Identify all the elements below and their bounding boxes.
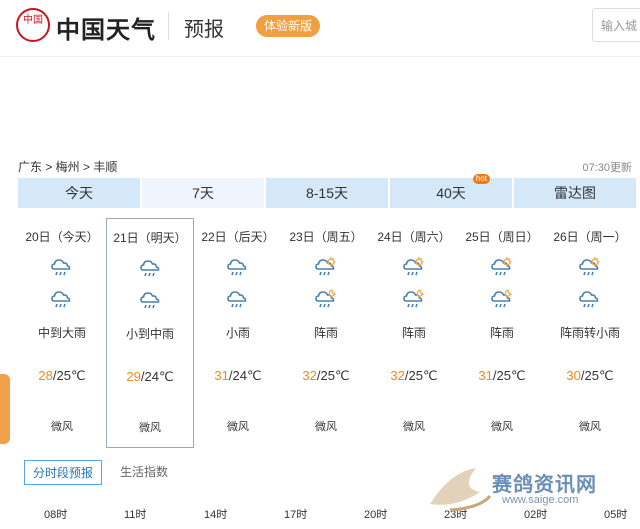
sub-tab-0[interactable]: 分时段预报	[24, 460, 103, 485]
day-date: 21日（明天）	[113, 231, 187, 245]
rain-icon	[225, 288, 249, 308]
moon-rain-icon	[489, 288, 513, 308]
hour-label: 14时	[204, 509, 228, 521]
day-column[interactable]: 25日（周日） 阵雨 31/25℃ 微风	[458, 218, 546, 448]
sub-tabs: 分时段预报 生活指数	[24, 460, 176, 485]
breadcrumb[interactable]: 广东 > 梅州 > 丰顺	[18, 158, 117, 175]
logo-seal-icon[interactable]: 中国	[16, 8, 50, 42]
section-title: 预报	[184, 19, 224, 41]
weather-desc: 小到中雨	[125, 327, 174, 341]
wind: 微风	[227, 421, 249, 433]
sun-rain-icon	[489, 256, 513, 276]
sun-rain-icon	[577, 256, 601, 276]
weather-desc: 阵雨	[489, 326, 514, 340]
trial-new-version-button[interactable]: 体验新版	[256, 15, 321, 37]
tab-3[interactable]: 40天 hot	[390, 174, 512, 208]
day-date: 26日（周一）	[553, 230, 627, 244]
hot-badge: hot	[472, 174, 490, 184]
temperature: 28/25℃	[18, 368, 106, 384]
day-column[interactable]: 22日（后天） 小雨 31/24℃ 微风	[194, 218, 282, 448]
sun-rain-icon	[401, 256, 425, 276]
day-date: 23日（周五）	[289, 230, 363, 244]
sub-tab-1[interactable]: 生活指数	[112, 460, 176, 485]
rain-icon	[49, 256, 73, 276]
tab-label: 雷达图	[554, 185, 596, 201]
temp-low: /25℃	[580, 368, 614, 383]
day-date: 25日（周日）	[465, 230, 539, 244]
wind: 微风	[579, 421, 601, 433]
temp-high: 31	[214, 368, 229, 383]
tab-label: 40天	[436, 185, 466, 201]
weather-desc: 阵雨	[313, 326, 338, 340]
tab-label: 今天	[65, 185, 93, 201]
daily-forecast: 20日（今天） 中到大雨 28/25℃ 微风 21日（明天） 小到中雨 29/24℃ 微风 22…	[18, 218, 638, 448]
rain-icon	[577, 288, 601, 308]
moon-rain-icon	[401, 288, 425, 308]
rain-icon	[225, 256, 249, 276]
wind: 微风	[491, 421, 513, 433]
weather-desc: 中到大雨	[37, 326, 86, 340]
temp-low: /25℃	[52, 368, 86, 383]
wind: 微风	[315, 421, 337, 433]
temperature: 29/24℃	[107, 369, 193, 385]
tab-0[interactable]: 今天	[18, 178, 140, 208]
temp-high: 32	[302, 368, 317, 383]
rain-icon	[49, 288, 73, 308]
moon-rain-icon	[313, 288, 337, 308]
watermark-name: 赛鸽资讯网	[492, 474, 597, 496]
day-date: 24日（周六）	[377, 230, 451, 244]
temp-low: /25℃	[492, 368, 526, 383]
day-column[interactable]: 21日（明天） 小到中雨 29/24℃ 微风	[106, 218, 194, 448]
temp-low: /24℃	[140, 369, 174, 384]
temp-high: 30	[566, 368, 581, 383]
tab-4[interactable]: 雷达图	[514, 178, 636, 208]
day-date: 20日（今天）	[25, 230, 99, 244]
rain-icon	[138, 257, 162, 277]
watermark-url: www.saige.com	[502, 494, 579, 506]
day-column[interactable]: 23日（周五） 阵雨 32/25℃ 微风	[282, 218, 370, 448]
day-column[interactable]: 20日（今天） 中到大雨 28/25℃ 微风	[18, 218, 106, 448]
temp-low: /24℃	[228, 368, 262, 383]
temp-high: 31	[478, 368, 493, 383]
temperature: 30/25℃	[546, 368, 634, 384]
day-column[interactable]: 26日（周一） 阵雨转小雨 30/25℃ 微风	[546, 218, 634, 448]
side-feedback-tab[interactable]	[0, 374, 10, 444]
temp-high: 28	[38, 368, 53, 383]
tab-1[interactable]: 7天	[142, 178, 264, 208]
hour-label: 08时	[44, 509, 68, 521]
site-logo[interactable]: 中国天气	[56, 10, 156, 45]
sun-rain-icon	[313, 256, 337, 276]
weather-desc: 阵雨转小雨	[559, 326, 620, 340]
forecast-tabs: 今天 7天 8-15天 40天 hot 雷达图	[18, 174, 638, 208]
tab-label: 8-15天	[305, 185, 349, 201]
header-divider	[168, 12, 169, 40]
temperature: 31/24℃	[194, 368, 282, 384]
weather-desc: 小雨	[225, 326, 250, 340]
update-time: 07:30更新	[582, 162, 632, 174]
temp-low: /25℃	[316, 368, 350, 383]
day-column[interactable]: 24日（周六） 阵雨 32/25℃ 微风	[370, 218, 458, 448]
wind: 微风	[139, 422, 161, 434]
hour-label: 17时	[284, 509, 308, 521]
temp-high: 29	[126, 369, 141, 384]
temp-low: /25℃	[404, 368, 438, 383]
hour-label: 11时	[124, 509, 147, 521]
temperature: 32/25℃	[370, 368, 458, 384]
watermark: 赛鸽资讯网 www.saige.com	[420, 452, 620, 524]
rain-icon	[138, 289, 162, 309]
weather-desc: 阵雨	[401, 326, 426, 340]
temperature: 31/25℃	[458, 368, 546, 384]
tab-2[interactable]: 8-15天	[266, 178, 388, 208]
tab-label: 7天	[192, 185, 214, 201]
temperature: 32/25℃	[282, 368, 370, 384]
wind: 微风	[51, 421, 73, 433]
day-date: 22日（后天）	[201, 230, 275, 244]
wind: 微风	[403, 421, 425, 433]
search-input[interactable]: 输入城	[592, 8, 640, 42]
top-bar: 中国 中国天气 预报 体验新版 输入城	[0, 0, 640, 57]
hour-label: 20时	[364, 509, 388, 521]
temp-high: 32	[390, 368, 405, 383]
